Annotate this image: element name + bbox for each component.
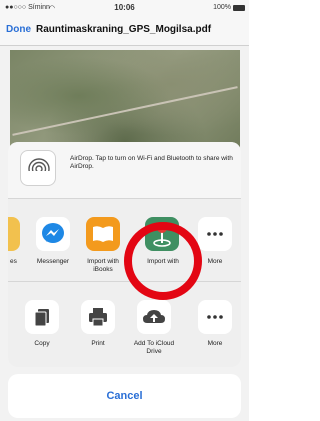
status-bar: ●●○○○ Síminn ◠ 10:06 100% (0, 0, 249, 16)
more-icon[interactable] (198, 217, 232, 251)
app-label: es (10, 258, 17, 265)
airdrop-description: AirDrop. Tap to turn on Wi-Fi and Blueto… (70, 155, 233, 170)
partial-app-icon[interactable] (8, 217, 20, 251)
action-row: Copy Print Add To iCloud Drive More (8, 282, 241, 367)
app-label: More (207, 258, 223, 265)
print-icon[interactable] (81, 300, 115, 334)
airdrop-icon (20, 150, 56, 186)
app-label: Messenger (36, 258, 70, 265)
messenger-icon[interactable] (36, 217, 70, 251)
ibooks-icon[interactable] (86, 217, 120, 251)
copy-icon[interactable] (25, 300, 59, 334)
battery-icon (233, 5, 245, 11)
map-road (12, 86, 238, 136)
done-button[interactable]: Done (6, 24, 31, 35)
document-title: Rauntimaskraning_GPS_Mogilsa.pdf (36, 24, 212, 35)
action-label: Add To iCloud Drive (133, 340, 175, 355)
action-label: Print (91, 340, 105, 347)
action-label: Copy (34, 340, 50, 347)
app-label: Import with iBooks (87, 258, 119, 273)
icloud-upload-icon[interactable] (137, 300, 171, 334)
airdrop-row[interactable]: AirDrop. Tap to turn on Wi-Fi and Blueto… (8, 142, 241, 199)
more-icon[interactable] (198, 300, 232, 334)
highlight-circle (124, 222, 202, 300)
action-label: More (207, 340, 223, 347)
nav-bar: Done Rauntimaskraning_GPS_Mogilsa.pdf (0, 16, 249, 46)
battery-percent: 100% (213, 4, 231, 11)
share-screen: ●●○○○ Síminn ◠ 10:06 100% Done Rauntimas… (0, 0, 249, 421)
status-time: 10:06 (114, 3, 135, 12)
cancel-button[interactable]: Cancel (8, 374, 241, 418)
